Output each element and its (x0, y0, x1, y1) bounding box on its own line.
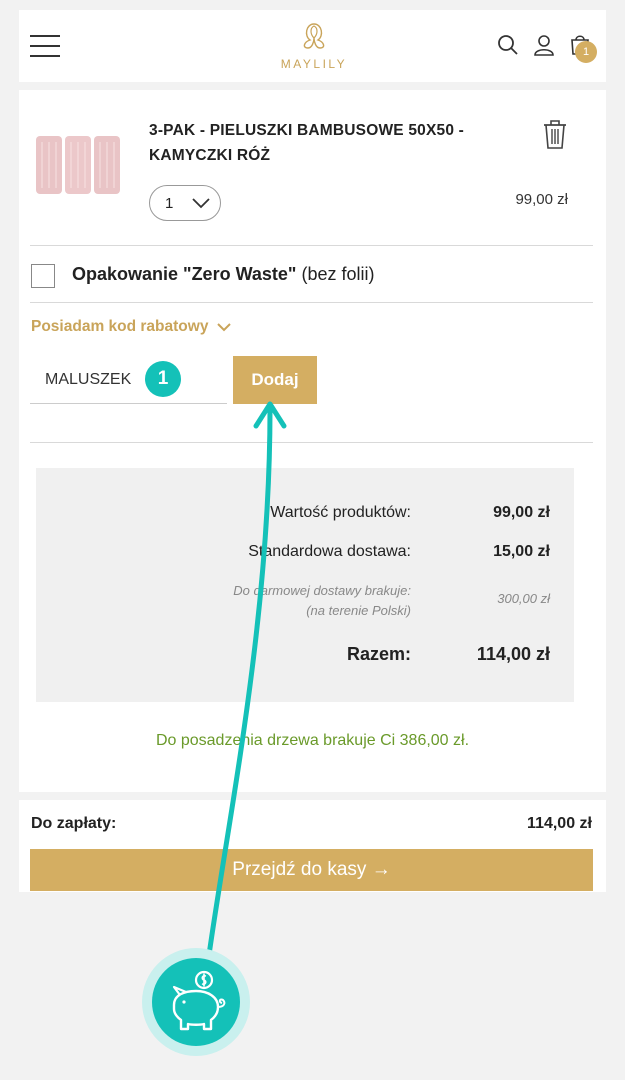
total-label: Razem: (346, 644, 411, 664)
amount-due-value: 114,00 zł (527, 815, 592, 832)
search-icon[interactable] (497, 34, 519, 56)
amount-due-label: Do zapłaty: (31, 815, 117, 832)
products-value-label: Wartość produktów: (270, 504, 411, 521)
product-name-line2: KAMYCZKI RÓŻ (149, 147, 271, 164)
menu-icon[interactable] (30, 35, 60, 57)
shipping-value: 15,00 zł (493, 543, 550, 560)
free-shipping-value: 300,00 zł (497, 591, 550, 606)
products-value: 99,00 zł (493, 504, 550, 521)
quantity-select[interactable]: 1 (149, 185, 221, 221)
product-name-line1: 3-PAK - PIELUSZKI BAMBUSOWE 50X50 - (149, 122, 465, 139)
step-badge: 1 (145, 361, 181, 397)
divider (30, 442, 593, 443)
order-summary: Wartość produktów: 99,00 zł Standardowa … (36, 468, 574, 702)
chevron-down-icon (217, 323, 231, 332)
chevron-down-icon (192, 198, 210, 209)
trash-icon[interactable] (541, 118, 569, 150)
cart-card: 3-PAK - PIELUSZKI BAMBUSOWE 50X50 - KAMY… (19, 90, 606, 792)
checkout-button[interactable]: Przejdź do kasy → (30, 849, 593, 891)
user-icon[interactable] (533, 34, 555, 56)
total-value: 114,00 zł (476, 644, 550, 664)
product-image[interactable] (34, 132, 122, 198)
site-header: MAYLILY 1 (19, 10, 606, 82)
free-shipping-line1: Do darmowej dostawy brakuje: (233, 583, 411, 598)
piggy-bank-icon (172, 970, 226, 1031)
divider (30, 245, 593, 246)
zero-waste-label-rest: (bez folii) (296, 264, 375, 284)
discount-code-input[interactable] (30, 356, 227, 404)
quantity-value: 1 (165, 195, 174, 212)
zero-waste-label[interactable]: Opakowanie "Zero Waste" (bez folii) (72, 264, 375, 285)
discount-code-toggle[interactable]: Posiadam kod rabatowy (31, 318, 231, 336)
tree-planting-message: Do posadzenia drzewa brakuje Ci 386,00 z… (155, 732, 470, 749)
logo[interactable]: MAYLILY (269, 20, 359, 71)
product-price: 99,00 zł (515, 191, 568, 208)
free-shipping-line2: (na terenie Polski) (306, 603, 411, 618)
zero-waste-checkbox[interactable] (31, 264, 55, 288)
shipping-label: Standardowa dostawa: (248, 543, 411, 560)
logo-text: MAYLILY (280, 57, 348, 71)
logo-lily-icon (303, 23, 325, 49)
discount-toggle-label: Posiadam kod rabatowy (31, 318, 209, 335)
product-name[interactable]: 3-PAK - PIELUSZKI BAMBUSOWE 50X50 - KAMY… (149, 118, 499, 168)
add-discount-button[interactable]: Dodaj (233, 356, 317, 404)
free-shipping-label: Do darmowej dostawy brakuje: (na terenie… (233, 581, 411, 621)
divider (30, 302, 593, 303)
zero-waste-label-bold: Opakowanie "Zero Waste" (72, 264, 297, 284)
checkout-footer: Do zapłaty: 114,00 zł Przejdź do kasy → (19, 800, 606, 892)
cart-count-badge: 1 (575, 41, 597, 63)
